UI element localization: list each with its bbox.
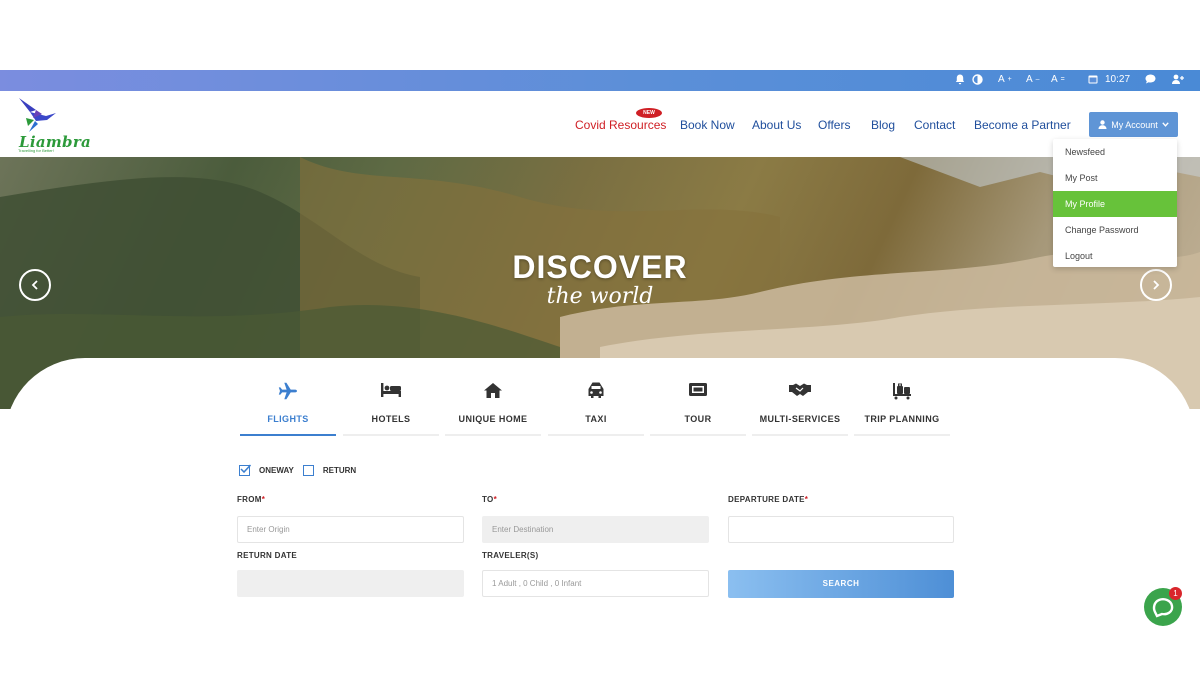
bed-icon bbox=[381, 383, 401, 397]
font-small-label: A bbox=[998, 74, 1005, 85]
nav-become-partner[interactable]: Become a Partner bbox=[974, 118, 1071, 132]
tab-hotels-label: HOTELS bbox=[371, 414, 411, 424]
user-icon bbox=[1098, 120, 1107, 129]
utility-bar: A + A – A = 10:27 bbox=[0, 70, 1200, 91]
chat-bubble-icon[interactable] bbox=[1145, 74, 1156, 84]
calendar-icon bbox=[1088, 75, 1098, 84]
new-badge: NEW bbox=[636, 108, 662, 118]
font-large-label: A bbox=[1051, 74, 1058, 85]
chevron-right-icon bbox=[1153, 280, 1160, 290]
font-reset-label: A bbox=[1026, 74, 1033, 85]
to-label: TO* bbox=[482, 495, 497, 504]
tab-taxi[interactable]: TAXI bbox=[548, 380, 644, 436]
tab-hotels[interactable]: HOTELS bbox=[343, 380, 439, 436]
return-date-label: RETURN DATE bbox=[237, 551, 298, 560]
menu-item-logout[interactable]: Logout bbox=[1053, 243, 1177, 269]
tab-multi-services-label: MULTI-SERVICES bbox=[759, 414, 841, 424]
departure-label-text: DEPARTURE DATE bbox=[728, 495, 805, 504]
logo-tagline: Travelling for Better! bbox=[18, 148, 54, 153]
departure-required-mark: * bbox=[804, 495, 809, 504]
oneway-label[interactable]: ONEWAY bbox=[259, 466, 294, 475]
logo[interactable]: Liambra Travelling for Better! bbox=[14, 96, 91, 154]
plane-icon bbox=[278, 382, 297, 400]
chevron-left-icon bbox=[31, 280, 38, 290]
origin-input[interactable]: Enter Origin bbox=[237, 516, 464, 543]
font-decrease-button[interactable]: A + bbox=[998, 74, 1012, 85]
departure-date-input[interactable] bbox=[728, 516, 954, 543]
menu-item-change-password[interactable]: Change Password bbox=[1053, 217, 1177, 243]
from-required-mark: * bbox=[261, 495, 266, 504]
tab-unique-home-label: UNIQUE HOME bbox=[458, 414, 528, 424]
to-required-mark: * bbox=[493, 495, 497, 504]
clock-widget: 10:27 bbox=[1088, 74, 1130, 85]
return-date-input[interactable] bbox=[237, 570, 464, 597]
luggage-icon bbox=[893, 383, 911, 400]
carousel-next-button[interactable] bbox=[1140, 269, 1172, 301]
chevron-down-icon bbox=[1162, 122, 1169, 127]
from-label: FROM* bbox=[237, 495, 265, 504]
nav-blog[interactable]: Blog bbox=[871, 118, 895, 132]
account-dropdown-menu: Newsfeed My Post My Profile Change Passw… bbox=[1053, 139, 1177, 267]
my-account-label: My Account bbox=[1111, 119, 1158, 130]
my-account-button[interactable]: My Account bbox=[1089, 112, 1178, 137]
tab-tour-label: TOUR bbox=[684, 414, 712, 424]
menu-item-my-post[interactable]: My Post bbox=[1053, 165, 1177, 191]
tab-trip-planning-label: TRIP PLANNING bbox=[864, 414, 940, 424]
user-add-icon[interactable] bbox=[1172, 74, 1184, 84]
bell-icon[interactable] bbox=[955, 74, 965, 85]
nav-about-us[interactable]: About Us bbox=[752, 118, 801, 132]
font-small-mark: + bbox=[1007, 76, 1012, 83]
trip-type-options: ONEWAY RETURN bbox=[239, 464, 356, 476]
search-button[interactable]: SEARCH bbox=[728, 570, 954, 598]
travelers-label: TRAVELER(S) bbox=[482, 551, 539, 560]
carousel-prev-button[interactable] bbox=[19, 269, 51, 301]
handshake-icon bbox=[789, 383, 811, 396]
tab-flights[interactable]: FLIGHTS bbox=[240, 380, 336, 436]
hummingbird-logo-icon bbox=[19, 98, 56, 132]
tab-multi-services[interactable]: MULTI-SERVICES bbox=[752, 380, 848, 436]
nav-book-now[interactable]: Book Now bbox=[680, 118, 735, 132]
tab-unique-home[interactable]: UNIQUE HOME bbox=[445, 380, 541, 436]
tab-trip-planning[interactable]: TRIP PLANNING bbox=[854, 380, 950, 436]
page-bottom bbox=[0, 615, 1200, 685]
main-navbar: Liambra Travelling for Better! NEW Covid… bbox=[0, 91, 1200, 157]
taxi-icon bbox=[588, 382, 604, 398]
menu-item-newsfeed[interactable]: Newsfeed bbox=[1053, 139, 1177, 165]
font-reset-mark: – bbox=[1035, 76, 1040, 83]
nav-offers[interactable]: Offers bbox=[818, 118, 850, 132]
tab-flights-label: FLIGHTS bbox=[267, 414, 309, 424]
departure-label: DEPARTURE DATE* bbox=[728, 495, 808, 504]
tab-taxi-label: TAXI bbox=[585, 414, 607, 424]
hero-title: DISCOVER bbox=[512, 249, 688, 285]
tab-tour[interactable]: TOUR bbox=[650, 380, 746, 436]
hero-subtitle: the world bbox=[546, 284, 654, 309]
travelers-input[interactable]: 1 Adult , 0 Child , 0 Infant bbox=[482, 570, 709, 597]
contrast-icon[interactable] bbox=[972, 74, 983, 85]
check-icon bbox=[240, 464, 251, 474]
return-checkbox[interactable] bbox=[302, 465, 314, 476]
menu-item-my-profile[interactable]: My Profile bbox=[1053, 191, 1177, 217]
time-display: 10:27 bbox=[1105, 74, 1131, 85]
ticket-icon bbox=[689, 383, 707, 396]
to-label-text: TO bbox=[482, 495, 494, 504]
oneway-checkbox[interactable] bbox=[239, 464, 251, 476]
from-label-text: FROM bbox=[237, 495, 262, 504]
chat-notification-badge: 1 bbox=[1169, 587, 1182, 600]
return-label[interactable]: RETURN bbox=[323, 466, 356, 475]
font-increase-button[interactable]: A = bbox=[1051, 74, 1065, 85]
nav-covid-resources[interactable]: Covid Resources bbox=[575, 118, 666, 132]
font-large-mark: = bbox=[1060, 76, 1065, 83]
home-icon bbox=[484, 383, 502, 398]
font-reset-button[interactable]: A – bbox=[1026, 74, 1040, 85]
destination-input[interactable]: Enter Destination bbox=[482, 516, 709, 543]
nav-contact[interactable]: Contact bbox=[914, 118, 955, 132]
